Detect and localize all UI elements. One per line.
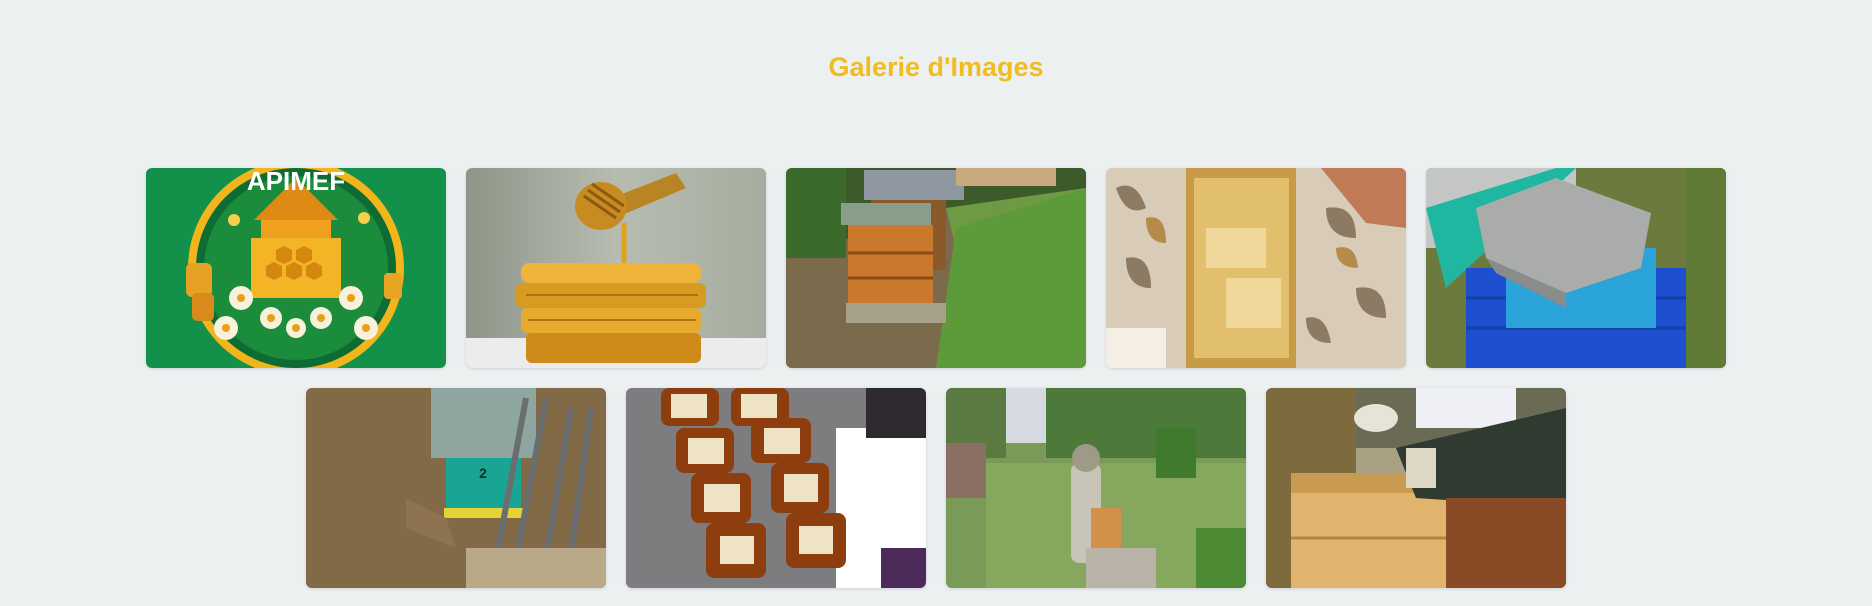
gallery-image-wooden-hive[interactable] (1266, 388, 1566, 588)
gallery-image-beekeeper-garden[interactable] (946, 388, 1246, 588)
gallery-image-honey-dipper[interactable] (466, 168, 766, 368)
gallery-title: Galerie d'Images (828, 52, 1044, 82)
gallery-image-blue-hive[interactable] (1426, 168, 1726, 368)
hive-number-2-image: 2 (306, 388, 606, 588)
gallery-image-hive-number-2[interactable]: 2 (306, 388, 606, 588)
honey-dipper-image (466, 168, 766, 368)
gallery-image-apimef-logo[interactable]: APIMEF (146, 168, 446, 368)
hive-number-label: 2 (479, 465, 487, 481)
apimef-logo-image: APIMEF (146, 168, 446, 368)
gallery-row-2: 2 (0, 388, 1872, 588)
wooden-hive-image (1266, 388, 1566, 588)
hives-garden-image (786, 168, 1086, 368)
gallery-image-honey-jars[interactable] (626, 388, 926, 588)
honeycomb-frame-image (1106, 168, 1406, 368)
beekeeper-garden-image (946, 388, 1246, 588)
logo-text: APIMEF (247, 168, 345, 196)
gallery-image-honeycomb-frame[interactable] (1106, 168, 1406, 368)
gallery-image-hives-garden[interactable] (786, 168, 1086, 368)
blue-hive-image (1426, 168, 1726, 368)
honey-jars-image (626, 388, 926, 588)
gallery-row-1: APIMEF (0, 168, 1872, 368)
